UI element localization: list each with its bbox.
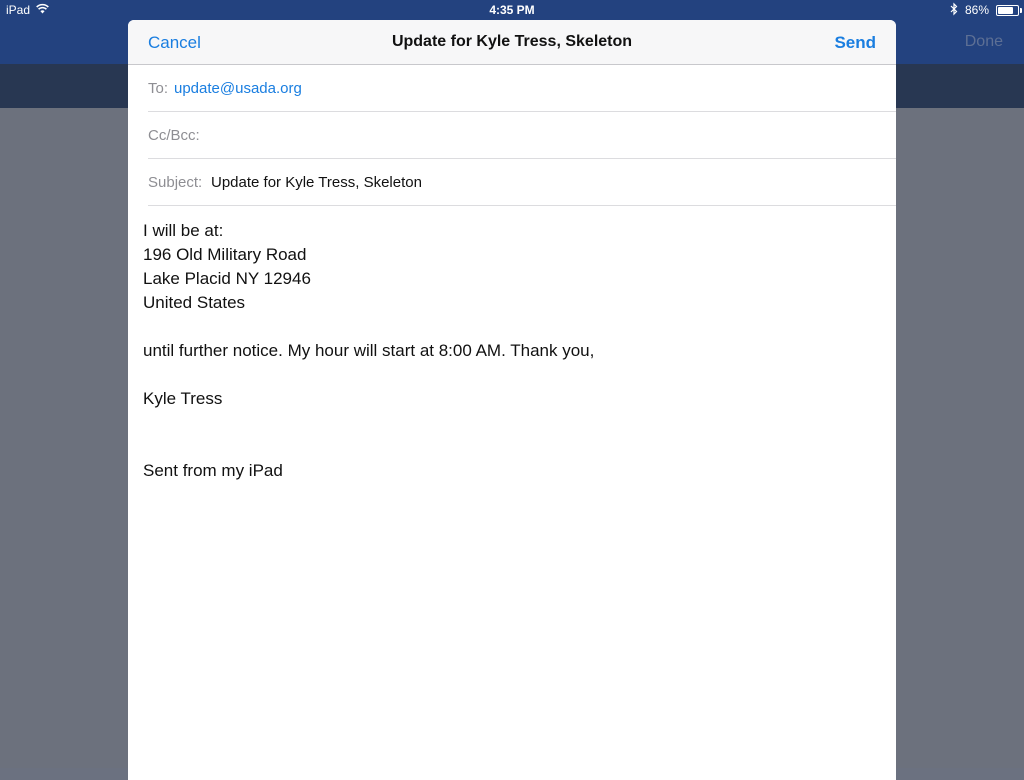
ccbcc-label: Cc/Bcc: — [148, 127, 200, 144]
battery-fill — [998, 7, 1014, 14]
body-line: Kyle Tress — [143, 389, 223, 408]
body-line: I will be at: — [143, 221, 224, 240]
subject-value[interactable]: Update for Kyle Tress, Skeleton — [211, 174, 422, 191]
subject-label: Subject: — [148, 174, 203, 191]
status-time: 4:35 PM — [489, 3, 535, 17]
ccbcc-field[interactable]: Cc/Bcc: — [148, 112, 896, 159]
to-label: To: — [148, 80, 169, 97]
battery-nub — [1020, 8, 1022, 13]
status-bar: iPad 4:35 PM 86% — [0, 0, 1024, 20]
compose-title: Update for Kyle Tress, Skeleton — [391, 33, 633, 50]
battery-percent: 86% — [965, 3, 990, 17]
body-line: Sent from my iPad — [143, 461, 283, 480]
body-line — [143, 411, 881, 435]
background-done-button: Done — [964, 33, 1003, 50]
body-line — [143, 315, 881, 339]
body-line: until further notice. My hour will start… — [143, 341, 595, 360]
bluetooth-icon — [950, 2, 958, 16]
to-field[interactable]: To: update@usada.org — [148, 65, 896, 112]
body-line: Lake Placid NY 12946 — [143, 269, 311, 288]
subject-field[interactable]: Subject: Update for Kyle Tress, Skeleton — [148, 159, 896, 206]
body-line: 196 Old Military Road — [143, 245, 307, 264]
battery-icon — [996, 5, 1022, 16]
body-line — [143, 363, 881, 387]
to-recipient[interactable]: update@usada.org — [174, 80, 302, 97]
compose-header: Cancel Update for Kyle Tress, Skeleton S… — [128, 20, 896, 65]
send-button[interactable]: Send — [834, 33, 876, 53]
body-line — [143, 435, 881, 459]
message-body[interactable]: I will be at: 196 Old Military Road Lake… — [128, 206, 896, 496]
body-line: United States — [143, 293, 246, 312]
mail-compose-sheet: Cancel Update for Kyle Tress, Skeleton S… — [128, 20, 896, 780]
